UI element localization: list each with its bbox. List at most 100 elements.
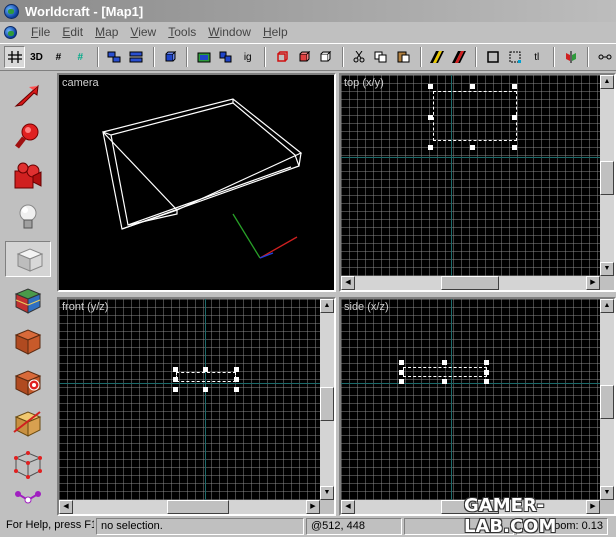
scroll-thumb[interactable] [320,387,334,421]
horizontal-scrollbar[interactable]: ◀ ▶ [59,500,320,514]
hollow-button[interactable] [293,46,314,68]
selection-handle[interactable] [173,377,178,382]
selection-handle[interactable] [203,387,208,392]
scroll-left-button[interactable]: ◀ [341,500,355,514]
vertex-tool[interactable] [5,446,51,482]
texture-scale-lock-button[interactable] [449,46,470,68]
camera-viewport[interactable]: camera [57,73,336,292]
handles-button[interactable] [504,46,525,68]
watermark-logo: GAMER-LAB.COM [464,495,557,537]
selection-handle[interactable] [173,367,178,372]
scroll-left-button[interactable]: ◀ [341,276,355,290]
texture-lock-icon [430,51,445,63]
clipping-tool[interactable] [5,405,51,441]
tie-button[interactable] [594,46,615,68]
scroll-thumb[interactable] [441,276,499,290]
scroll-thumb[interactable] [600,385,614,419]
texture-lock-button[interactable] [427,46,448,68]
group-button[interactable] [160,46,181,68]
scroll-thumb[interactable] [167,500,229,514]
vertical-scrollbar[interactable]: ▲ ▼ [600,299,614,500]
scroll-thumb[interactable] [600,161,614,195]
menu-edit[interactable]: Edit [56,25,89,39]
paste-special-button[interactable] [315,46,336,68]
3d-grid-button[interactable]: 3D [26,46,47,68]
vertical-scrollbar[interactable]: ▲ ▼ [600,75,614,276]
title-bar[interactable]: Worldcraft - [Map1] [0,0,616,22]
paste-button[interactable] [393,46,414,68]
menu-map[interactable]: Map [89,25,124,39]
selection-handle[interactable] [484,379,489,384]
selection-handle[interactable] [234,367,239,372]
carve-button[interactable] [271,46,292,68]
tl-button[interactable]: tl [526,46,547,68]
selection-handle[interactable] [484,360,489,365]
ungroup-button[interactable] [193,46,214,68]
selection-handle[interactable] [399,360,404,365]
selection-box[interactable] [433,91,517,141]
side-viewport[interactable]: side (x/z) ▲ ▼ ◀ ▶ [339,297,616,516]
scroll-right-button[interactable]: ▶ [306,500,320,514]
load-window-state-button[interactable] [104,46,125,68]
entity-tool[interactable] [5,200,51,236]
scroll-up-button[interactable]: ▲ [600,75,614,89]
selection-handle[interactable] [442,379,447,384]
path-tool[interactable] [5,487,51,507]
grid-button[interactable] [4,46,26,68]
selection-handle[interactable] [234,387,239,392]
scroll-down-button[interactable]: ▼ [320,486,334,500]
view-label-front: front (y/z) [62,301,109,313]
scroll-left-button[interactable]: ◀ [59,500,73,514]
z-axis-line [59,383,320,384]
selection-handle[interactable] [484,370,489,375]
cut-button[interactable] [349,46,370,68]
select-icon [487,51,499,63]
selection-box[interactable] [176,372,236,382]
menu-file[interactable]: File [25,25,56,39]
selection-handle[interactable] [399,379,404,384]
selection-handle[interactable] [512,84,517,89]
selection-handle[interactable] [203,367,208,372]
selection-handle[interactable] [399,370,404,375]
scroll-up-button[interactable]: ▲ [320,299,334,313]
smaller-grid-button[interactable]: # [48,46,69,68]
selection-handle[interactable] [428,145,433,150]
front-viewport[interactable]: front (y/z) ▲ ▼ ◀ ▶ [57,297,336,516]
horizontal-scrollbar[interactable]: ◀ ▶ [341,276,600,290]
selection-handle[interactable] [470,84,475,89]
selection-box[interactable] [403,367,487,377]
selection-handle[interactable] [512,115,517,120]
selection-tool[interactable] [5,77,51,113]
flip-button[interactable] [560,46,581,68]
selection-handle[interactable] [173,387,178,392]
save-window-state-button[interactable] [126,46,147,68]
block-tool[interactable] [5,241,51,277]
menu-tools[interactable]: Tools [162,25,202,39]
vertical-scrollbar[interactable]: ▲ ▼ [320,299,334,500]
selection-handle[interactable] [470,145,475,150]
magnify-tool[interactable] [5,118,51,154]
camera-tool[interactable] [5,159,51,195]
selection-handle[interactable] [442,360,447,365]
selection-handle[interactable] [234,377,239,382]
top-viewport[interactable]: top (x/y) ▲ ▼ ◀ ▶ [339,73,616,292]
apply-texture-tool[interactable] [5,323,51,359]
ignore-group-button[interactable]: ig [237,46,258,68]
selection-handle[interactable] [428,84,433,89]
document-globe-icon[interactable] [4,25,17,39]
selection-handle[interactable] [428,115,433,120]
selection-handle[interactable] [512,145,517,150]
menu-help[interactable]: Help [257,25,294,39]
larger-grid-button[interactable]: # [70,46,91,68]
menu-view[interactable]: View [124,25,162,39]
texture-application-tool[interactable] [5,282,51,318]
hide-button[interactable] [215,46,236,68]
decal-tool[interactable] [5,364,51,400]
scroll-right-button[interactable]: ▶ [586,276,600,290]
select-button[interactable] [482,46,503,68]
scroll-down-button[interactable]: ▼ [600,262,614,276]
menu-window[interactable]: Window [202,25,257,39]
scroll-up-button[interactable]: ▲ [600,299,614,313]
copy-button[interactable] [371,46,392,68]
view-label-side: side (x/z) [344,301,389,313]
